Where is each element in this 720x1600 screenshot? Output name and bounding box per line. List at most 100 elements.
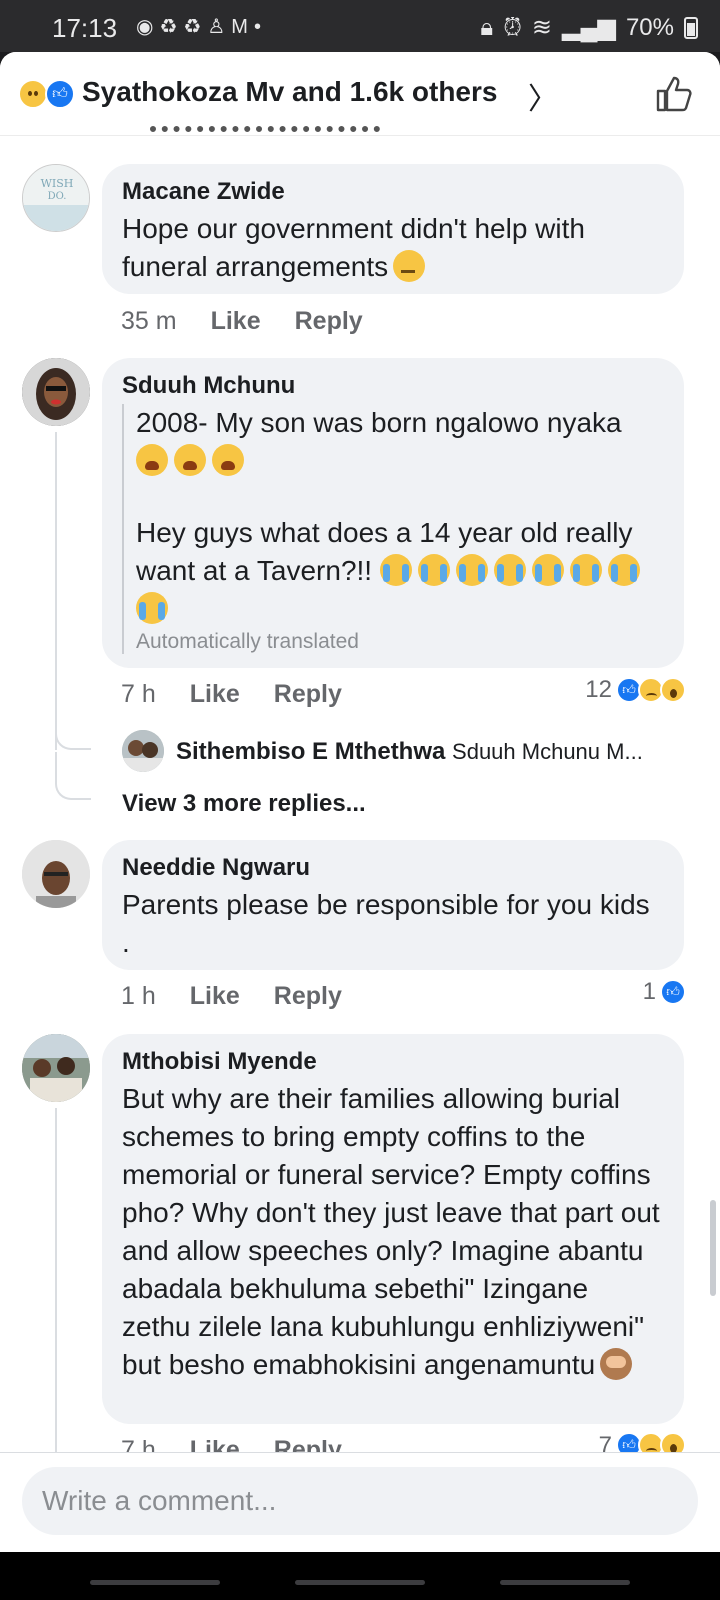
comment-input[interactable]	[22, 1467, 698, 1535]
like-reaction-icon: 👍︎	[660, 979, 686, 1005]
reactions-header[interactable]: 👍︎ Syathokoza Mv and 1.6k others 〉	[0, 52, 720, 136]
see-no-evil-monkey-icon	[599, 1348, 632, 1380]
comment-author[interactable]: Mthobisi Myende	[122, 1048, 664, 1076]
comment-bubble[interactable]: Needdie Ngwaru Parents please be respons…	[102, 840, 684, 970]
comment-bubble[interactable]: Sduuh Mchunu 2008- My son was born ngalo…	[102, 358, 684, 668]
notification-icons: ◉♻♻♙M•	[136, 14, 267, 39]
comment-actions: 35 m Like Reply	[121, 307, 397, 336]
comment-author[interactable]: Sduuh Mchunu	[122, 372, 664, 400]
comment-time: 1 h	[121, 982, 156, 1010]
reply-link[interactable]: Reply	[274, 680, 342, 708]
reaction-count[interactable]: 1 👍︎	[643, 978, 686, 1006]
dot-icon: •	[253, 16, 267, 38]
comment-time: 7 h	[121, 1436, 156, 1452]
comment-time: 7 h	[121, 680, 156, 708]
comment-text: Parents please be responsible for you ki…	[122, 889, 650, 958]
reply-link[interactable]: Reply	[274, 1436, 342, 1452]
messenger-icon: ◉	[136, 16, 160, 38]
battery-icon	[684, 16, 698, 39]
weary-face-icon	[212, 444, 244, 476]
view-more-replies-link[interactable]: View 3 more replies...	[122, 790, 366, 818]
comment-actions: 7 h Like Reply	[121, 1436, 376, 1452]
svg-text:DO.: DO.	[48, 191, 67, 202]
like-link[interactable]: Like	[190, 680, 240, 708]
previous-comment-cutoff	[150, 126, 380, 136]
avatar[interactable]	[22, 840, 90, 908]
avatar[interactable]	[22, 1034, 90, 1102]
nav-home-button[interactable]	[295, 1580, 425, 1585]
comment-text: But why are their families allowing buri…	[122, 1083, 660, 1380]
weary-emojis	[136, 442, 664, 480]
crying-face-icon	[136, 592, 168, 624]
nav-recents-button[interactable]	[90, 1580, 220, 1585]
thread-line	[55, 432, 57, 750]
system-nav-bar	[0, 1552, 720, 1600]
comment-bubble[interactable]: Mthobisi Myende But why are their famili…	[102, 1034, 684, 1424]
auto-translated-label[interactable]: Automatically translated	[136, 630, 664, 654]
crying-face-icon	[569, 554, 602, 586]
comments-sheet: 👍︎ Syathokoza Mv and 1.6k others 〉 WISH …	[0, 52, 720, 1552]
weary-face-icon	[136, 444, 168, 476]
like-button-icon[interactable]	[654, 74, 694, 114]
crying-face-icon	[379, 554, 412, 586]
status-time: 17:13	[52, 13, 118, 43]
crying-face-icon	[531, 554, 564, 586]
chevron-right-icon[interactable]: 〉	[528, 74, 558, 118]
comment-time: 35 m	[121, 307, 177, 335]
thread-line	[55, 1108, 57, 1452]
reply-link[interactable]: Reply	[274, 982, 342, 1010]
reaction-count[interactable]: 12 👍︎	[585, 676, 686, 704]
reply-link[interactable]: Reply	[295, 307, 363, 335]
alarm-icon: ⏰︎	[503, 13, 522, 41]
reaction-count-number: 1	[642, 978, 656, 1005]
comment-author[interactable]: Macane Zwide	[122, 178, 664, 206]
nav-back-button[interactable]	[500, 1580, 630, 1585]
sad-reaction-icon	[18, 79, 48, 109]
thinking-face-icon	[392, 250, 425, 282]
reaction-summary-icons: 👍︎	[18, 79, 78, 109]
reactions-summary-text[interactable]: Syathokoza Mv and 1.6k others	[82, 76, 497, 108]
reply-avatar[interactable]	[122, 730, 164, 772]
comment-author[interactable]: Needdie Ngwaru	[122, 854, 664, 882]
avatar[interactable]: WISH DO.	[22, 164, 90, 232]
like-link[interactable]: Like	[190, 1436, 240, 1452]
reply-author[interactable]: Sithembiso E Mthethwa	[176, 738, 445, 765]
sync-icon: ♻	[159, 16, 184, 38]
reaction-count[interactable]: 7 👍︎	[599, 1432, 686, 1452]
reply-text: Sduuh Mchunu M...	[452, 739, 643, 764]
svg-text:WISH: WISH	[41, 177, 74, 190]
crying-face-icon	[417, 554, 450, 586]
comment-composer	[0, 1452, 720, 1552]
comment-actions: 1 h Like Reply	[121, 982, 376, 1011]
sync-icon: ♻	[183, 16, 208, 38]
thread-connector	[55, 752, 91, 800]
comment-text-line2: Hey guys what does a 14 year old really …	[136, 514, 664, 628]
comment-bubble[interactable]: Macane Zwide Hope our government didn't …	[102, 164, 684, 294]
person-avatar-image	[22, 358, 90, 426]
person-icon: ♙	[207, 16, 232, 38]
reaction-count-number: 12	[585, 676, 612, 703]
lock-icon: 🔒︎	[480, 13, 494, 41]
wow-reaction-icon	[660, 677, 686, 703]
battery-text: 70%	[625, 13, 674, 41]
reply-preview[interactable]: Sithembiso E Mthethwa Sduuh Mchunu M...	[176, 738, 643, 766]
signal-icon: ▂▄▆	[562, 14, 616, 41]
group-avatar-image	[22, 1034, 90, 1102]
like-link[interactable]: Like	[190, 982, 240, 1010]
wow-reaction-icon	[660, 1432, 686, 1452]
scrollbar[interactable]	[710, 1200, 716, 1296]
comment-text: Hope our government didn't help with fun…	[122, 213, 585, 282]
person-avatar-image	[22, 840, 90, 908]
like-reaction-icon: 👍︎	[45, 79, 75, 109]
crying-face-icon	[493, 554, 526, 586]
like-link[interactable]: Like	[211, 307, 261, 335]
status-right: 🔒︎ ⏰︎ ≋ ▂▄▆ 70%	[480, 13, 698, 42]
avatar[interactable]	[22, 358, 90, 426]
wish-avatar-image: WISH DO.	[23, 165, 89, 231]
translated-content: 2008- My son was born ngalowo nyaka Hey …	[122, 404, 664, 654]
crying-face-icon	[455, 554, 488, 586]
wifi-icon: ≋	[531, 14, 553, 41]
comment-actions: 7 h Like Reply	[121, 680, 376, 709]
reply-avatar-image	[122, 730, 164, 772]
status-bar: 17:13 ◉♻♻♙M• 🔒︎ ⏰︎ ≋ ▂▄▆ 70%	[0, 0, 720, 52]
